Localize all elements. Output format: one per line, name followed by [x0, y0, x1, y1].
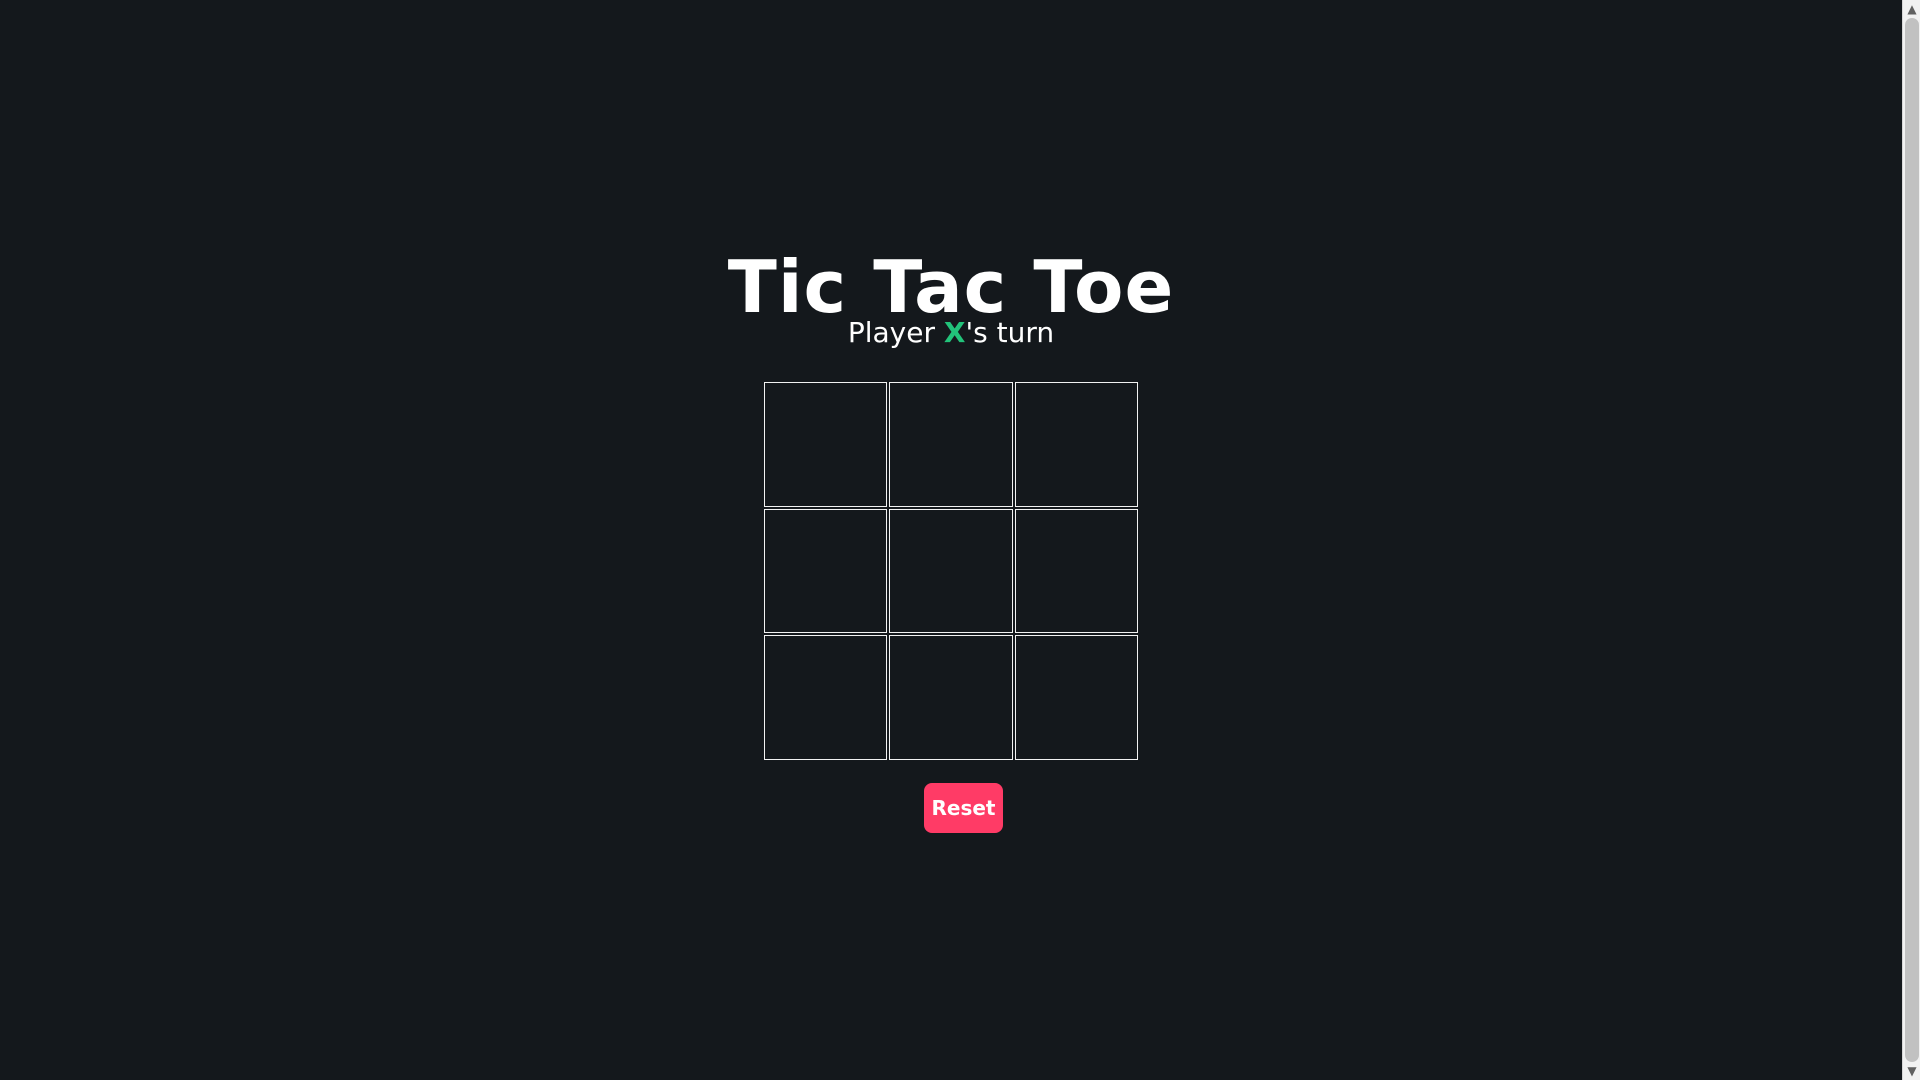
board-cell-9[interactable] — [1014, 635, 1138, 760]
board-cell-1[interactable] — [764, 382, 888, 507]
turn-status-suffix: 's turn — [965, 316, 1055, 349]
game-board — [764, 382, 1138, 760]
scrollbar-thumb[interactable] — [1905, 18, 1919, 1062]
board-cell-3[interactable] — [1014, 382, 1138, 507]
current-player: X — [943, 316, 966, 349]
vertical-scrollbar[interactable]: ▲ ▼ — [1902, 0, 1920, 1080]
game-content: Tic Tac Toe Player X's turn Reset — [0, 0, 1902, 1080]
board-cell-6[interactable] — [1014, 508, 1138, 634]
chevron-up-icon[interactable]: ▲ — [1903, 0, 1920, 18]
turn-status-prefix: Player — [847, 316, 944, 349]
tic-tac-toe-app: Tic Tac Toe Player X's turn Reset ▲ ▼ — [0, 0, 1920, 1080]
chevron-down-icon[interactable]: ▼ — [1903, 1062, 1920, 1080]
turn-status: Player X's turn — [0, 312, 1902, 354]
reset-button[interactable]: Reset — [924, 783, 1003, 833]
board-cell-7[interactable] — [764, 635, 888, 760]
board-cell-2[interactable] — [889, 382, 1013, 507]
board-cell-4[interactable] — [764, 508, 888, 634]
board-cell-5[interactable] — [889, 508, 1013, 634]
board-cell-8[interactable] — [889, 635, 1013, 760]
